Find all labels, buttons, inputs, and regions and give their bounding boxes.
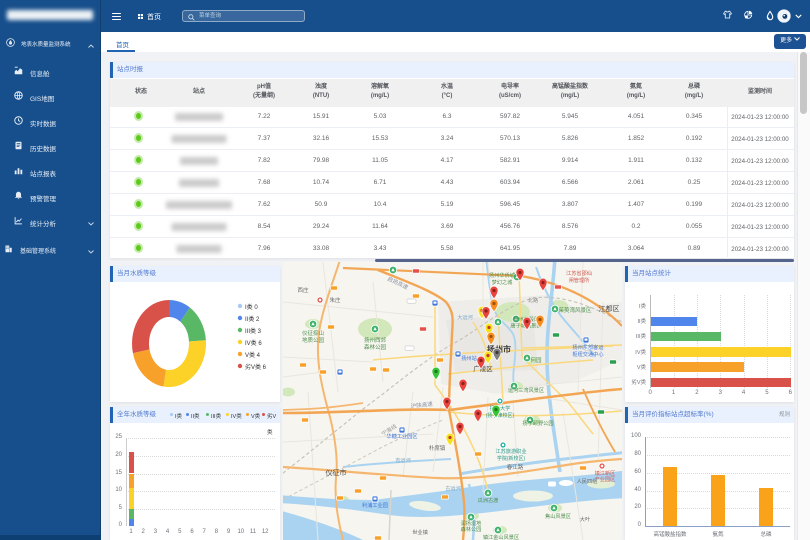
svg-text:仪征市: 仪征市 xyxy=(326,468,347,477)
svg-text:枢纽交通中心: 枢纽交通中心 xyxy=(572,350,603,358)
svg-text:春江路: 春江路 xyxy=(507,463,524,471)
svg-text:III类 3: III类 3 xyxy=(245,327,262,335)
svg-text:世业镇: 世业镇 xyxy=(412,528,428,536)
svg-text:森林公园: 森林公园 xyxy=(364,343,387,351)
svg-text:学院(新校区): 学院(新校区) xyxy=(497,455,526,462)
svg-text:I类 0: I类 0 xyxy=(245,303,258,311)
svg-text:江苏旅游职业: 江苏旅游职业 xyxy=(495,447,526,455)
svg-text:镇江新区: 镇江新区 xyxy=(595,469,616,477)
svg-text:镇江金山风景区: 镇江金山风景区 xyxy=(483,533,519,540)
svg-text:劣V类 6: 劣V类 6 xyxy=(245,363,267,371)
svg-text:扬州华侨城: 扬州华侨城 xyxy=(489,271,516,279)
svg-text:仪征捺山: 仪征捺山 xyxy=(302,329,324,337)
svg-text:焦山风景区: 焦山风景区 xyxy=(545,512,571,520)
svg-text:扬州西郊: 扬州西郊 xyxy=(364,336,387,344)
svg-text:地质公园: 地质公园 xyxy=(302,336,325,344)
svg-text:大运河: 大运河 xyxy=(457,313,473,321)
svg-text:扬州东部客运: 扬州东部客运 xyxy=(572,343,604,351)
svg-text:II类 2: II类 2 xyxy=(245,315,260,323)
svg-text:(扬子津校区): (扬子津校区) xyxy=(486,412,515,419)
svg-text:人民四组: 人民四组 xyxy=(577,477,598,485)
svg-text:古运河: 古运河 xyxy=(445,484,461,492)
svg-text:江都区: 江都区 xyxy=(599,305,620,313)
svg-text:茱萸湾风景区: 茱萸湾风景区 xyxy=(558,306,592,314)
svg-text:产业园区: 产业园区 xyxy=(595,475,616,483)
svg-text:利浦工业园: 利浦工业园 xyxy=(362,501,388,509)
svg-text:IV类 6: IV类 6 xyxy=(245,339,262,347)
svg-text:润扬湿地: 润扬湿地 xyxy=(461,519,482,527)
svg-text:扬州站: 扬州站 xyxy=(461,354,477,362)
svg-text:北路: 北路 xyxy=(528,296,539,304)
svg-text:瓜洲古渡: 瓜洲古渡 xyxy=(478,496,499,504)
svg-text:何园: 何园 xyxy=(530,356,542,364)
svg-text:闸管理所: 闸管理所 xyxy=(569,276,590,284)
svg-text:朱庄: 朱庄 xyxy=(329,296,341,304)
svg-text:江苏省邵仙: 江苏省邵仙 xyxy=(566,269,592,277)
svg-text:扬子颐野公园: 扬子颐野公园 xyxy=(522,419,553,427)
svg-text:V类 4: V类 4 xyxy=(245,351,261,359)
svg-text:运河三湾风景区: 运河三湾风景区 xyxy=(508,386,544,394)
svg-text:森林公园: 森林公园 xyxy=(461,525,482,533)
svg-text:吉运河: 吉运河 xyxy=(395,456,411,464)
svg-text:梦幻之城: 梦幻之城 xyxy=(492,278,514,286)
svg-text:西庄: 西庄 xyxy=(297,286,309,294)
svg-text:大叶: 大叶 xyxy=(580,515,590,523)
svg-text:朴席镇: 朴席镇 xyxy=(429,444,446,452)
